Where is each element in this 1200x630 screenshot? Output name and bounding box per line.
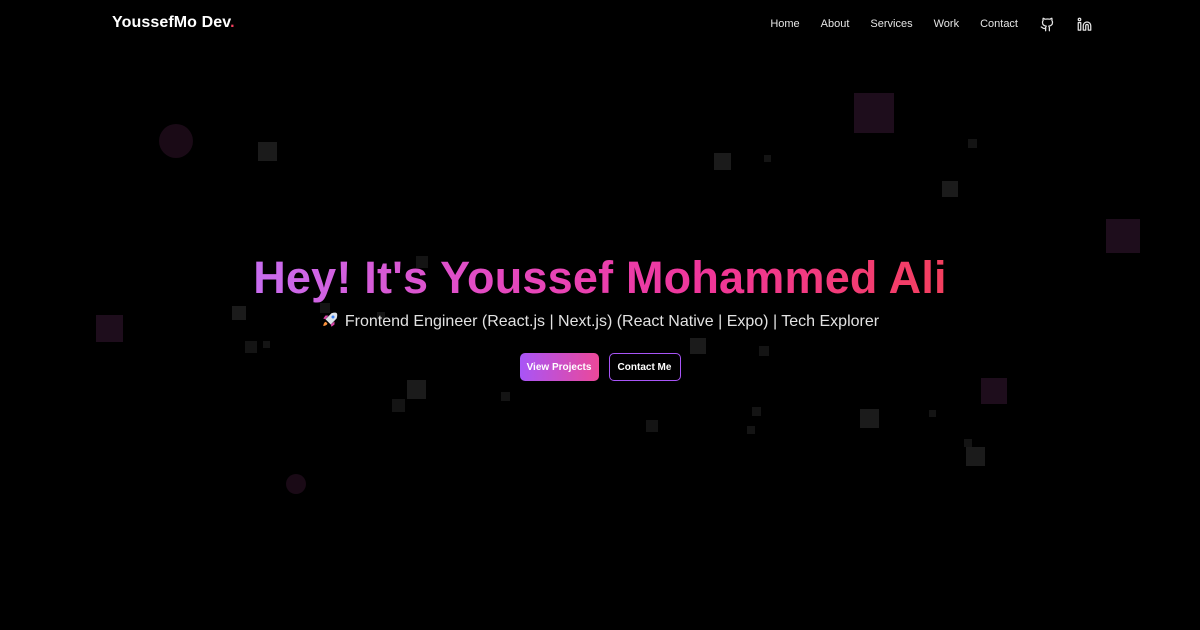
decor-square <box>929 410 936 417</box>
decor-square <box>501 392 510 401</box>
decor-square <box>964 439 972 447</box>
decor-square <box>690 338 706 354</box>
decor-square <box>263 341 270 348</box>
hero-title: Hey! It's Youssef Mohammed Ali <box>0 250 1200 306</box>
decor-square <box>942 181 958 197</box>
rocket-icon <box>323 312 338 327</box>
decor-square <box>747 426 755 434</box>
contact-me-button[interactable]: Contact Me <box>608 353 681 381</box>
nav-link-contact[interactable]: Contact <box>980 18 1018 30</box>
hero-title-text: Hey! It's Youssef Mohammed Ali <box>253 252 947 303</box>
decor-circle <box>286 474 306 494</box>
linkedin-icon[interactable] <box>1076 16 1092 32</box>
nav-link-about[interactable]: About <box>821 18 850 30</box>
hero-subtitle-text: Frontend Engineer (React.js | Next.js) (… <box>344 313 880 330</box>
view-projects-button[interactable]: View Projects <box>519 353 599 381</box>
hero-buttons: View Projects Contact Me <box>0 353 1200 381</box>
decor-square <box>646 420 658 432</box>
decor-square <box>966 447 985 466</box>
decor-square <box>407 380 426 399</box>
decor-square <box>968 139 977 148</box>
decor-square <box>714 153 731 170</box>
decor-square <box>258 142 277 161</box>
decor-square <box>854 93 894 133</box>
decor-square <box>981 378 1007 404</box>
decor-square <box>860 409 879 428</box>
site-logo[interactable]: YoussefMo Dev. <box>112 14 235 32</box>
brand-dot: . <box>230 14 235 31</box>
nav-link-home[interactable]: Home <box>770 18 799 30</box>
decor-square <box>764 155 771 162</box>
nav-link-services[interactable]: Services <box>870 18 912 30</box>
decor-circle <box>159 124 193 158</box>
decor-square <box>1106 219 1140 253</box>
github-icon[interactable] <box>1039 16 1055 32</box>
nav-menu: Home About Services Work Contact <box>770 16 1092 32</box>
hero-subtitle: Frontend Engineer (React.js | Next.js) (… <box>0 311 1200 333</box>
decor-square <box>752 407 761 416</box>
brand-name: YoussefMo Dev <box>112 14 231 31</box>
nav-link-work[interactable]: Work <box>934 18 959 30</box>
navbar: YoussefMo Dev. Home About Services Work … <box>0 0 1200 46</box>
decor-square <box>245 341 257 353</box>
decor-square <box>392 399 405 412</box>
